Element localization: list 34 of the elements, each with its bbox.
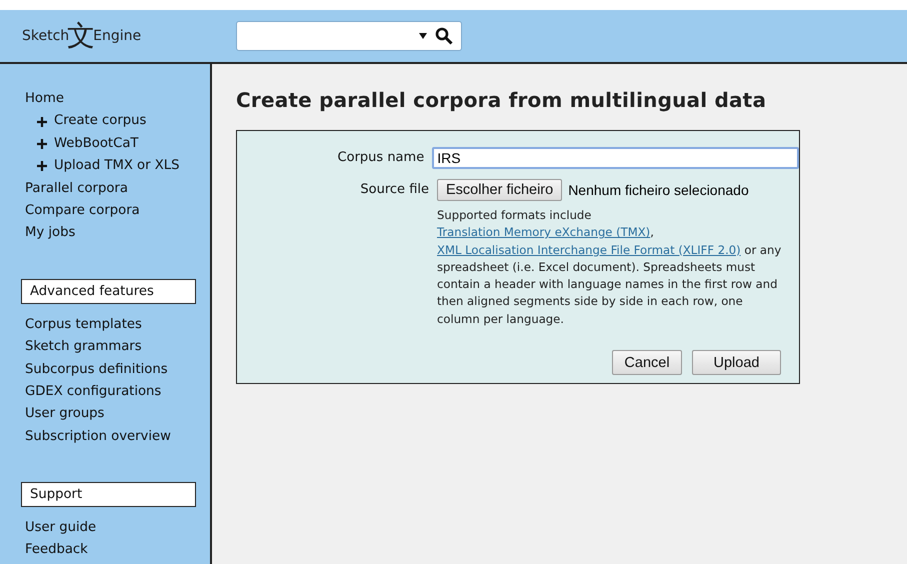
field-label: Source file <box>359 181 429 199</box>
sidebar-link[interactable]: GDEX configurations <box>25 380 210 404</box>
sidebar-link[interactable]: Upload TMX or XLS <box>25 155 210 178</box>
search-icon[interactable] <box>435 27 453 45</box>
field-label: Corpus name <box>336 149 424 167</box>
plus-icon <box>37 161 47 172</box>
sidebar-link[interactable]: WebBootCaT <box>25 132 210 156</box>
plus-icon <box>37 138 47 149</box>
sidebar-link[interactable]: Home <box>25 88 210 110</box>
section-header: Advanced features <box>21 278 196 304</box>
sidebar-link[interactable]: Parallel corpora <box>25 178 210 200</box>
sidebar-link[interactable]: User groups <box>25 403 210 426</box>
choose-file-button[interactable]: Escolher ficheiro <box>437 179 562 201</box>
help-link[interactable]: XML Localisation Interchange File Format (XLIFF 2.0) <box>437 242 741 257</box>
search-field[interactable] <box>236 21 462 51</box>
sidebar-link[interactable]: Feedback <box>25 539 210 562</box>
help-link[interactable]: Translation Memory eXchange (TMX) <box>437 225 650 240</box>
sidebar-link[interactable]: User guide <box>25 517 210 540</box>
sidebar-link[interactable]: Subscription overview <box>25 426 210 448</box>
sidebar-link[interactable]: Compare corpora <box>25 200 210 222</box>
form-button[interactable]: Cancel <box>612 350 682 376</box>
sidebar-link[interactable]: Create corpus <box>25 110 210 133</box>
sidebar-link[interactable]: Sketch grammars <box>25 336 210 359</box>
input-field[interactable]: IRS <box>432 147 799 169</box>
dropdown-icon[interactable] <box>419 33 427 39</box>
sidebar-link[interactable]: My jobs <box>25 222 210 245</box>
section-header: Support <box>21 482 196 508</box>
form-button[interactable]: Upload <box>692 350 781 376</box>
page-title: Create parallel corpora from multilingual data <box>236 88 768 112</box>
plus-icon <box>37 116 47 127</box>
sidebar-link[interactable]: Corpus templates <box>25 314 210 336</box>
file-status: Nenhum ficheiro selecionado <box>568 182 749 198</box>
help-text: Supported formats include Translation Memory eXchange (TMX), XML Localisation Interchange File Format (XLIFF 2.0) or any spreadsheet (i.e. Excel document). Spreadsheets must contain a header with language names in the first row and then aligned segments side by side in each row, one column per language. <box>437 207 782 328</box>
sidebar-link[interactable]: Subcorpus definitions <box>25 358 210 381</box>
